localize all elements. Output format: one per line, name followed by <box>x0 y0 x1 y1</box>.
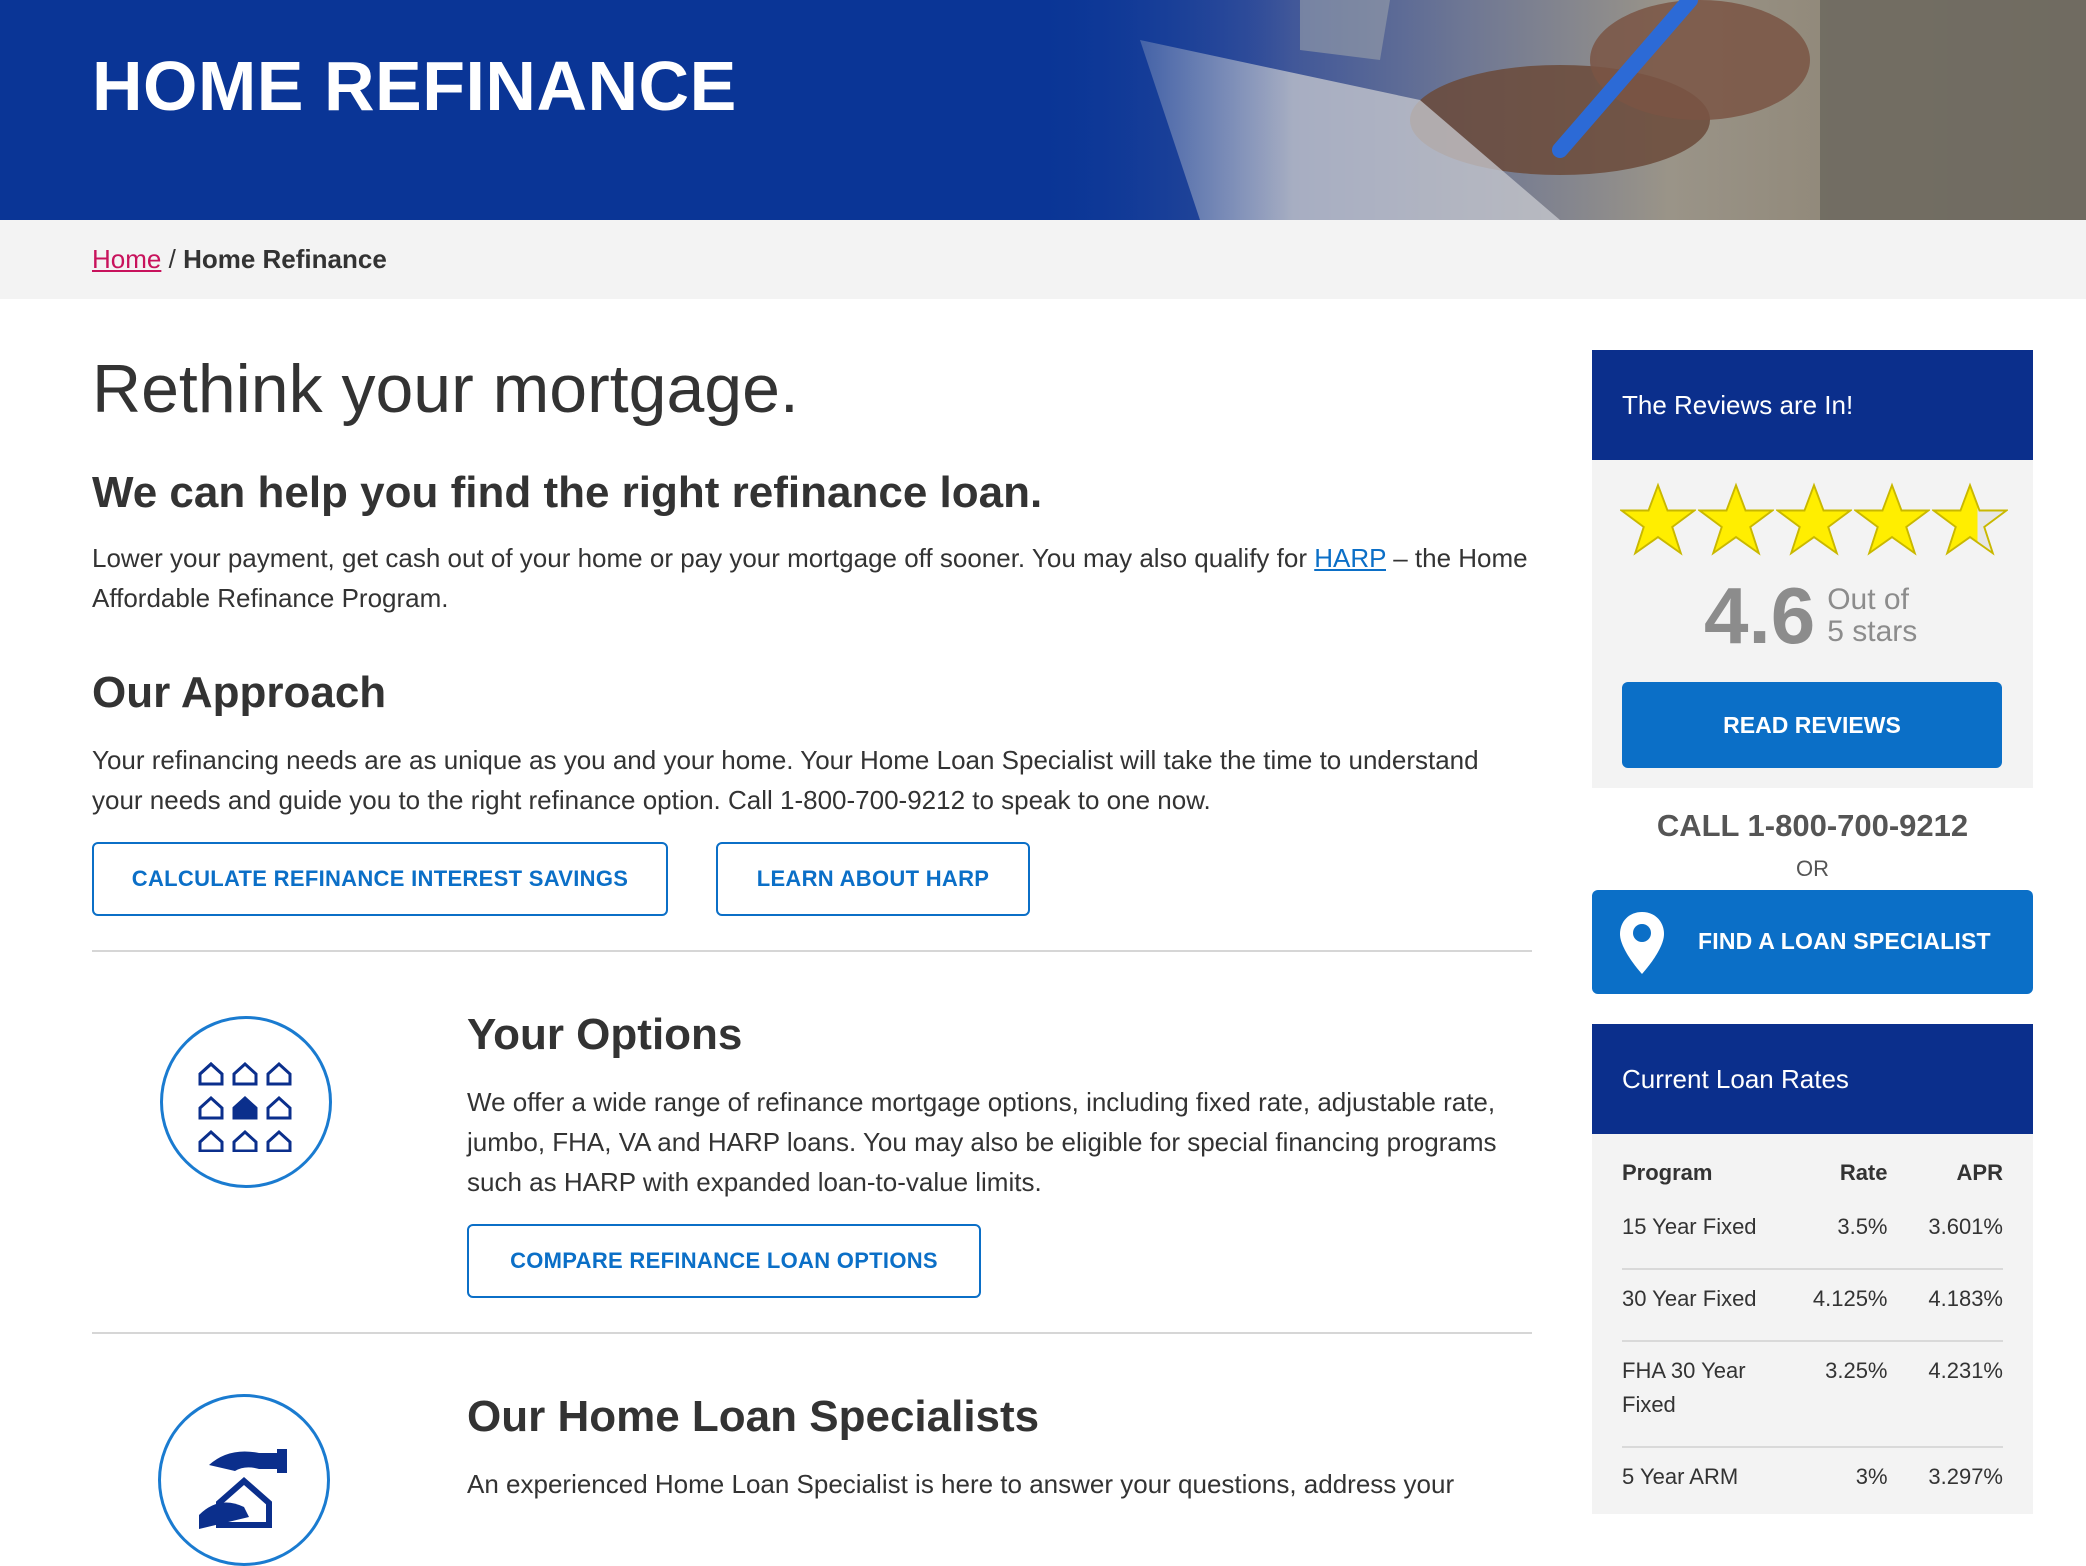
apr-cell: 4.183% <box>1887 1269 2003 1342</box>
table-row: 5 Year ARM 3% 3.297% <box>1622 1447 2003 1514</box>
program-cell: 5 Year ARM <box>1622 1447 1772 1514</box>
options-title: Your Options <box>467 1010 743 1059</box>
breadcrumb-current: Home Refinance <box>183 244 387 274</box>
location-pin-icon <box>1620 912 1664 974</box>
specialists-title: Our Home Loan Specialists <box>467 1392 1040 1441</box>
hero-title: HOME REFINANCE <box>92 47 737 125</box>
program-cell: FHA 30 Year Fixed <box>1622 1341 1772 1448</box>
approach-title: Our Approach <box>92 668 387 717</box>
col-program: Program <box>1622 1160 1713 1185</box>
section-divider <box>92 1332 1532 1334</box>
reviews-header: The Reviews are In! <box>1592 350 2033 460</box>
approach-text: Your refinancing needs are as unique as … <box>92 745 1479 815</box>
loan-rates-header: Current Loan Rates <box>1592 1024 2033 1134</box>
col-rate: Rate <box>1839 1160 1888 1185</box>
page-subheadline: We can help you find the right refinance… <box>92 468 1043 517</box>
apr-cell: 3.601% <box>1887 1198 2003 1270</box>
compare-loan-options-button[interactable]: COMPARE REFINANCE LOAN OPTIONS <box>467 1224 981 1298</box>
find-loan-specialist-label: FIND A LOAN SPECIALIST <box>1698 928 1991 954</box>
rate-cell: 3.25% <box>1772 1341 1888 1448</box>
program-cell: 15 Year Fixed <box>1622 1198 1772 1270</box>
find-loan-specialist-button[interactable]: FIND A LOAN SPECIALIST <box>1592 890 2033 994</box>
star-rating <box>1620 480 2008 560</box>
specialists-text: An experienced Home Loan Specialist is h… <box>467 1469 1455 1499</box>
col-apr: APR <box>1956 1160 2003 1185</box>
breadcrumb-bar: Home / Home Refinance <box>0 220 2086 299</box>
read-reviews-button[interactable]: READ REVIEWS <box>1622 682 2002 768</box>
rating-score: 4.6 Out of 5 stars <box>1704 576 1917 656</box>
breadcrumb-home-link[interactable]: Home <box>92 244 161 274</box>
rating-out-of: Out of 5 stars <box>1827 583 1918 648</box>
table-row: FHA 30 Year Fixed 3.25% 4.231% <box>1622 1341 2003 1448</box>
rate-cell: 3.5% <box>1772 1198 1888 1270</box>
hero-banner: HOME REFINANCE <box>0 0 2086 220</box>
program-cell: 30 Year Fixed <box>1622 1269 1772 1342</box>
loan-rates-panel: Program Rate APR 15 Year Fixed 3.5% 3.60… <box>1592 1134 2033 1514</box>
page-headline: Rethink your mortgage. <box>92 351 799 427</box>
star-icon <box>1854 482 1930 556</box>
star-icon <box>1620 482 1696 556</box>
breadcrumb-separator: / <box>168 244 176 274</box>
loan-rates-table: Program Rate APR 15 Year Fixed 3.5% 3.60… <box>1622 1160 2003 1514</box>
table-row: 15 Year Fixed 3.5% 3.601% <box>1622 1198 2003 1270</box>
partial-star-icon <box>1932 482 2008 556</box>
rate-cell: 3% <box>1772 1447 1888 1514</box>
apr-cell: 3.297% <box>1887 1447 2003 1514</box>
rate-cell: 4.125% <box>1772 1269 1888 1342</box>
rating-number: 4.6 <box>1704 571 1816 660</box>
hands-house-icon <box>158 1394 330 1566</box>
table-row: 30 Year Fixed 4.125% 4.183% <box>1622 1269 2003 1342</box>
or-separator: OR <box>1796 856 1829 881</box>
harp-link[interactable]: HARP <box>1314 543 1386 573</box>
houses-grid-icon <box>160 1016 332 1188</box>
intro-text-before: Lower your payment, get cash out of your… <box>92 543 1315 573</box>
call-phone-number[interactable]: CALL 1-800-700-9212 <box>1592 808 2033 844</box>
table-header-row: Program Rate APR <box>1622 1160 2003 1198</box>
star-icon <box>1776 482 1852 556</box>
star-icon <box>1698 482 1774 556</box>
learn-about-harp-button[interactable]: LEARN ABOUT HARP <box>716 842 1030 916</box>
options-text: We offer a wide range of refinance mortg… <box>467 1087 1497 1197</box>
breadcrumb: Home / Home Refinance <box>92 244 387 275</box>
intro-paragraph: Lower your payment, get cash out of your… <box>92 538 1532 618</box>
reviews-panel: 4.6 Out of 5 stars READ REVIEWS <box>1592 460 2033 788</box>
apr-cell: 4.231% <box>1887 1341 2003 1448</box>
section-divider <box>92 950 1532 952</box>
calculate-savings-button[interactable]: CALCULATE REFINANCE INTEREST SAVINGS <box>92 842 668 916</box>
